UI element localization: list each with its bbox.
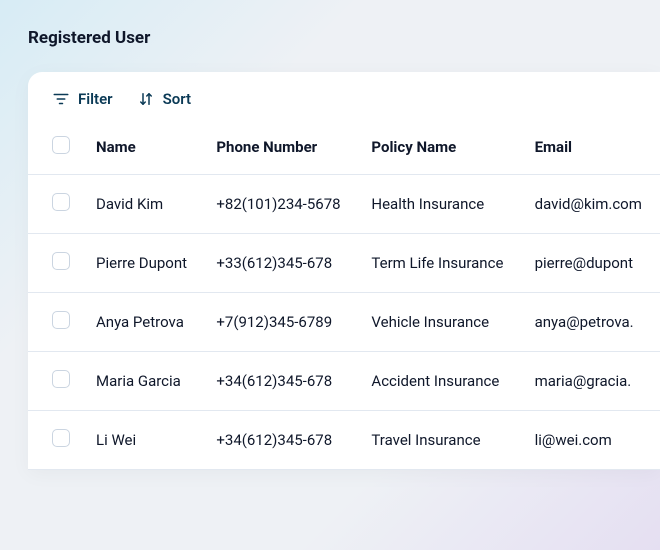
table-row: Anya Petrova+7(912)345-6789Vehicle Insur…: [28, 293, 660, 352]
row-checkbox[interactable]: [52, 311, 70, 329]
cell-policy: Term Life Insurance: [359, 234, 522, 293]
cell-email: david@kim.com: [523, 175, 660, 234]
row-checkbox[interactable]: [52, 252, 70, 270]
cell-email: anya@petrova.: [523, 293, 660, 352]
cell-name: David Kim: [84, 175, 204, 234]
table-row: Maria Garcia+34(612)345-678Accident Insu…: [28, 352, 660, 411]
sort-icon: [137, 90, 155, 108]
filter-label: Filter: [78, 90, 113, 108]
select-all-checkbox[interactable]: [52, 136, 70, 154]
cell-policy: Vehicle Insurance: [359, 293, 522, 352]
sort-button[interactable]: Sort: [137, 90, 191, 108]
table-row: Li Wei+34(612)345-678Travel Insuranceli@…: [28, 411, 660, 470]
filter-button[interactable]: Filter: [52, 90, 113, 108]
table-row: Pierre Dupont+33(612)345-678Term Life In…: [28, 234, 660, 293]
row-checkbox[interactable]: [52, 193, 70, 211]
toolbar: Filter Sort: [28, 72, 660, 120]
sort-label: Sort: [163, 90, 191, 108]
cell-policy: Accident Insurance: [359, 352, 522, 411]
cell-phone: +82(101)234-5678: [204, 175, 359, 234]
cell-name: Maria Garcia: [84, 352, 204, 411]
row-checkbox[interactable]: [52, 370, 70, 388]
cell-name: Anya Petrova: [84, 293, 204, 352]
section-title: Registered User: [28, 28, 660, 48]
users-table: Name Phone Number Policy Name Email Davi…: [28, 120, 660, 470]
cell-name: Pierre Dupont: [84, 234, 204, 293]
column-policy[interactable]: Policy Name: [359, 120, 522, 175]
cell-email: maria@gracia.: [523, 352, 660, 411]
user-table-card: Filter Sort Name Phone Number Policy Nam…: [28, 72, 660, 470]
cell-email: li@wei.com: [523, 411, 660, 470]
row-checkbox[interactable]: [52, 429, 70, 447]
column-name[interactable]: Name: [84, 120, 204, 175]
cell-phone: +7(912)345-6789: [204, 293, 359, 352]
table-row: David Kim+82(101)234-5678Health Insuranc…: [28, 175, 660, 234]
cell-phone: +34(612)345-678: [204, 352, 359, 411]
cell-email: pierre@dupont: [523, 234, 660, 293]
column-email[interactable]: Email: [523, 120, 660, 175]
cell-name: Li Wei: [84, 411, 204, 470]
cell-policy: Travel Insurance: [359, 411, 522, 470]
column-phone[interactable]: Phone Number: [204, 120, 359, 175]
cell-policy: Health Insurance: [359, 175, 522, 234]
filter-icon: [52, 90, 70, 108]
cell-phone: +33(612)345-678: [204, 234, 359, 293]
cell-phone: +34(612)345-678: [204, 411, 359, 470]
table-header-row: Name Phone Number Policy Name Email: [28, 120, 660, 175]
